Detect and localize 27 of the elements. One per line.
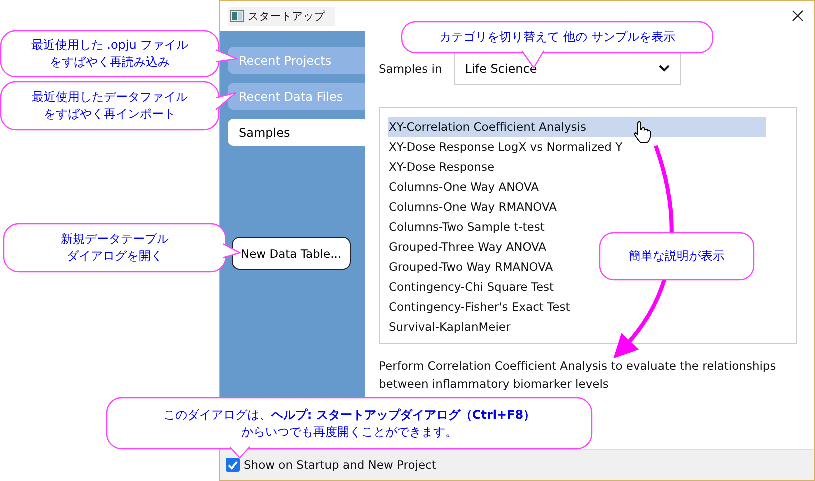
window-title: スタートアップ (248, 8, 325, 24)
callout-text: 新規データテーブル ダイアログを開く (61, 231, 169, 265)
checkbox-label[interactable]: Show on Startup and New Project (244, 458, 436, 472)
callout-text: 最近使用したデータファイル をすばやく再インポート (32, 89, 188, 123)
callout-text: 最近使用した .opju ファイル をすばやく再読み込み (31, 37, 189, 71)
sample-item[interactable]: XY-Correlation Coefficient Analysis (388, 117, 766, 137)
hand-cursor-icon (634, 122, 651, 144)
sidebar-item[interactable]: Samples (228, 119, 365, 146)
sample-item[interactable]: Columns-Two Sample t-test (388, 217, 545, 237)
callout-text: このダイアログは、ヘルプ: スタートアップダイアログ（Ctrl+F8） からいつでも再度開くことができます。 (163, 406, 536, 440)
close-icon[interactable] (792, 10, 804, 22)
sample-item[interactable]: XY-Dose Response (388, 157, 495, 177)
description-text: Perform Correlation Coefficient Analysis to evaluate the relationships between inflammatory biomarker levels (379, 358, 778, 393)
new-data-table-button[interactable]: New Data Table... (232, 237, 351, 270)
startup-checkbox[interactable] (226, 458, 240, 472)
callout-text: 簡単な説明が表示 (629, 248, 725, 265)
sample-item[interactable]: Columns-One Way ANOVA (388, 177, 540, 197)
sample-item[interactable]: Survival-KaplanMeier (388, 317, 511, 337)
sample-item[interactable]: Contingency-Chi Square Test (388, 277, 554, 297)
sample-item[interactable]: Grouped-Two Way RMANOVA (388, 257, 554, 277)
samples-in-label: Samples in (379, 62, 442, 76)
sample-item[interactable]: Grouped-Three Way ANOVA (388, 237, 547, 257)
sample-item[interactable]: Columns-One Way RMANOVA (388, 197, 557, 217)
callout-text: カテゴリを切り替えて 他の サンプルを表示 (440, 29, 676, 46)
chevron-down-icon (659, 65, 670, 72)
sample-item[interactable]: Contingency-Fisher's Exact Test (388, 297, 570, 317)
sample-item[interactable]: XY-Dose Response LogX vs Normalized Y (388, 137, 623, 157)
